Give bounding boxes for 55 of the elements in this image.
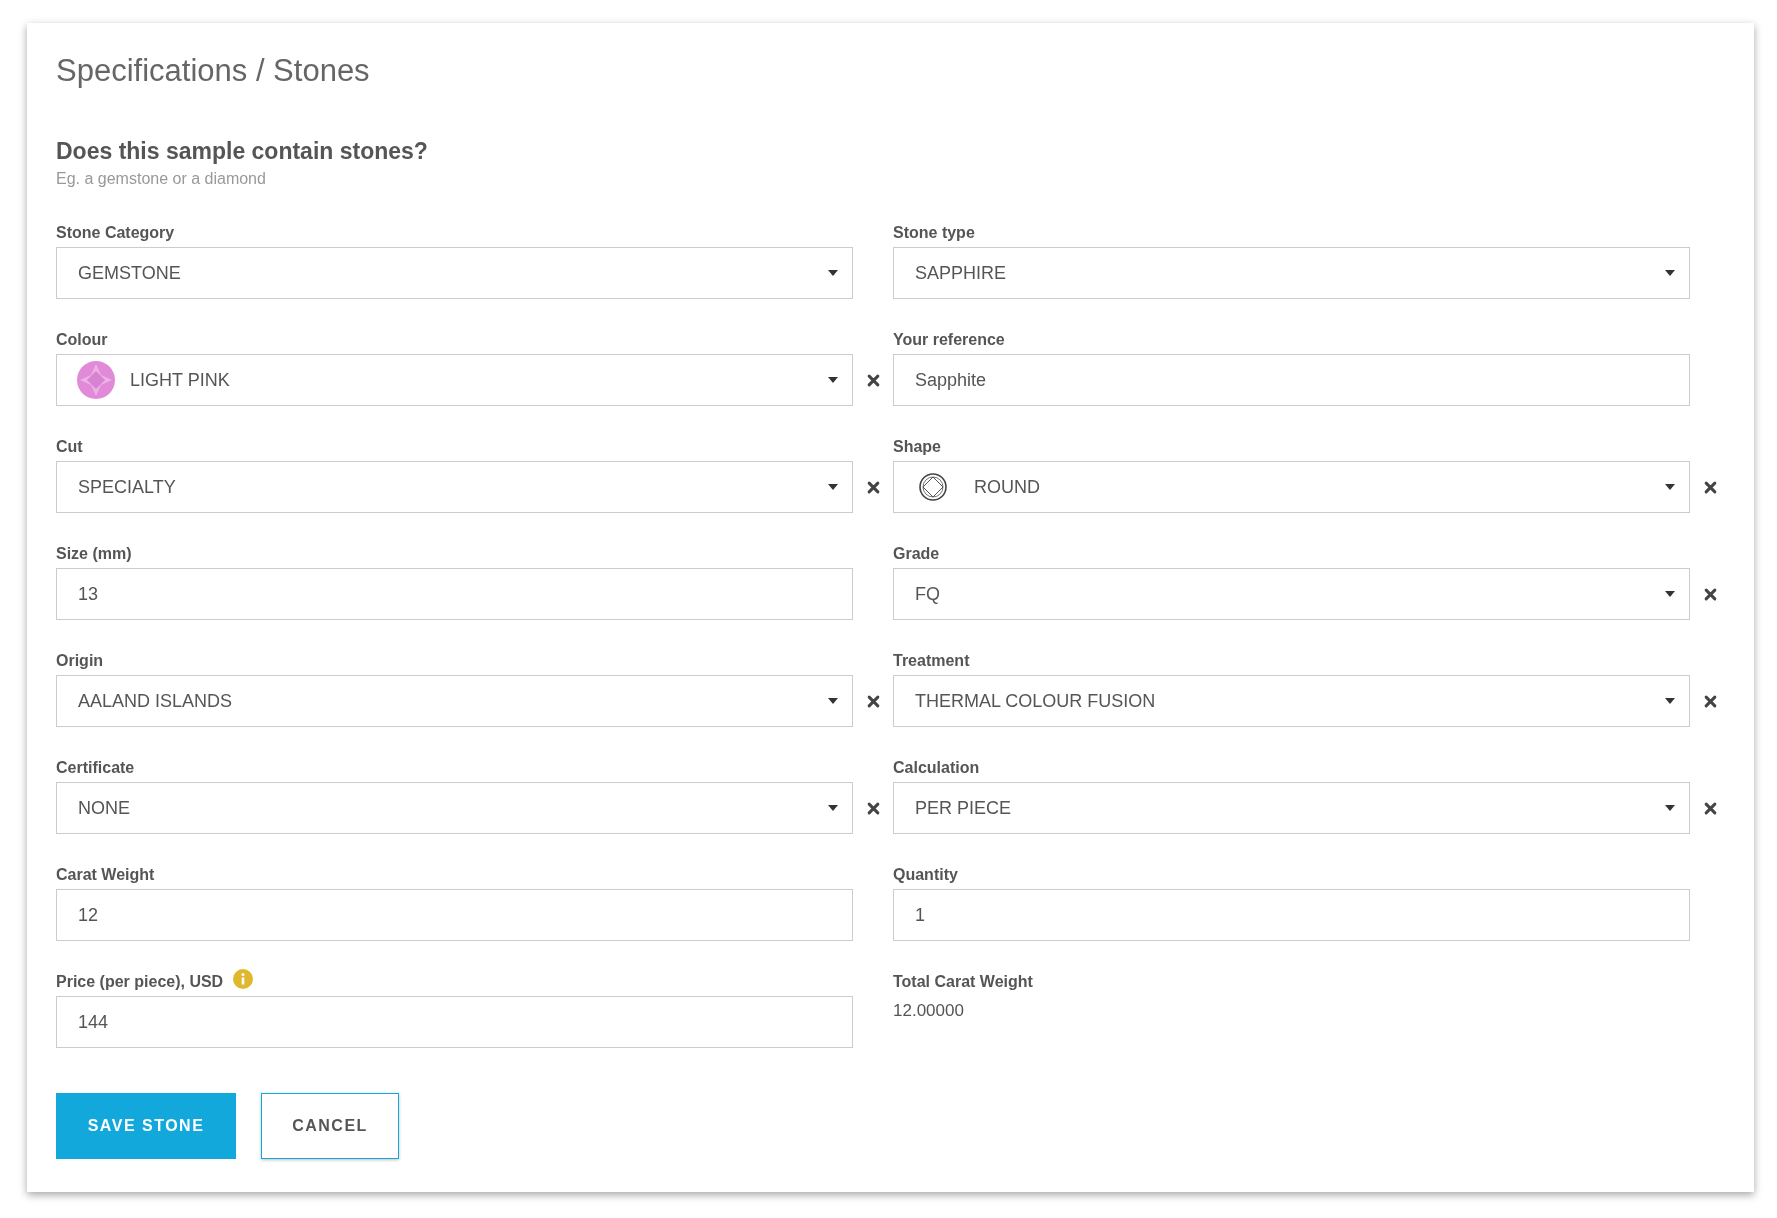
section-heading: Does this sample contain stones? bbox=[56, 137, 429, 165]
clear-icon[interactable] bbox=[866, 694, 880, 708]
text-field[interactable]: Sapphite bbox=[893, 354, 1690, 406]
field-label: Total Carat Weight bbox=[893, 973, 1033, 991]
field-label: Carat Weight bbox=[56, 866, 155, 884]
clear-icon[interactable] bbox=[1703, 694, 1717, 708]
text-field[interactable]: 13 bbox=[56, 568, 853, 620]
field-label: Treatment bbox=[893, 652, 970, 670]
select-field[interactable]: PER PIECE bbox=[893, 782, 1690, 834]
field-label: Stone Category bbox=[56, 224, 175, 242]
caret-icon bbox=[1665, 484, 1675, 490]
clear-icon[interactable] bbox=[1703, 801, 1717, 815]
total-value: 12.00000 bbox=[893, 1000, 965, 1022]
field-label: Price (per piece), USD bbox=[56, 973, 224, 991]
clear-icon[interactable] bbox=[866, 480, 880, 494]
page-title: Specifications / Stones bbox=[56, 53, 371, 89]
section-hint: Eg. a gemstone or a diamond bbox=[56, 169, 267, 189]
caret-icon bbox=[828, 805, 838, 811]
cancel-button[interactable]: CANCEL bbox=[261, 1093, 399, 1159]
select-field[interactable]: NONE bbox=[56, 782, 853, 834]
field-label: Shape bbox=[893, 438, 941, 456]
field-label: Quantity bbox=[893, 866, 958, 884]
field-label: Certificate bbox=[56, 759, 135, 777]
select-field[interactable]: LIGHT PINK bbox=[56, 354, 853, 406]
caret-icon bbox=[1665, 805, 1675, 811]
field-label: Origin bbox=[56, 652, 104, 670]
field-label: Size (mm) bbox=[56, 545, 132, 563]
clear-icon[interactable] bbox=[1703, 587, 1717, 601]
field-label: Cut bbox=[56, 438, 83, 456]
text-field[interactable]: 144 bbox=[56, 996, 853, 1048]
field-label: Stone type bbox=[893, 224, 975, 242]
clear-icon[interactable] bbox=[1703, 480, 1717, 494]
caret-icon bbox=[828, 377, 838, 383]
select-field[interactable]: SPECIALTY bbox=[56, 461, 853, 513]
field-label: Calculation bbox=[893, 759, 980, 777]
caret-icon bbox=[1665, 591, 1675, 597]
select-field[interactable]: AALAND ISLANDS bbox=[56, 675, 853, 727]
select-field[interactable]: SAPPHIRE bbox=[893, 247, 1690, 299]
field-label: Colour bbox=[56, 331, 108, 349]
caret-icon bbox=[828, 484, 838, 490]
select-field[interactable]: GEMSTONE bbox=[56, 247, 853, 299]
field-label: Your reference bbox=[893, 331, 1005, 349]
caret-icon bbox=[1665, 698, 1675, 704]
caret-icon bbox=[828, 270, 838, 276]
round-gem-outline-icon bbox=[918, 472, 948, 502]
select-field[interactable]: ROUND bbox=[893, 461, 1690, 513]
select-field[interactable]: FQ bbox=[893, 568, 1690, 620]
clear-icon[interactable] bbox=[866, 373, 880, 387]
caret-icon bbox=[1665, 270, 1675, 276]
select-field[interactable]: THERMAL COLOUR FUSION bbox=[893, 675, 1690, 727]
text-field[interactable]: 1 bbox=[893, 889, 1690, 941]
field-label: Grade bbox=[893, 545, 940, 563]
caret-icon bbox=[828, 698, 838, 704]
text-field[interactable]: 12 bbox=[56, 889, 853, 941]
clear-icon[interactable] bbox=[866, 801, 880, 815]
